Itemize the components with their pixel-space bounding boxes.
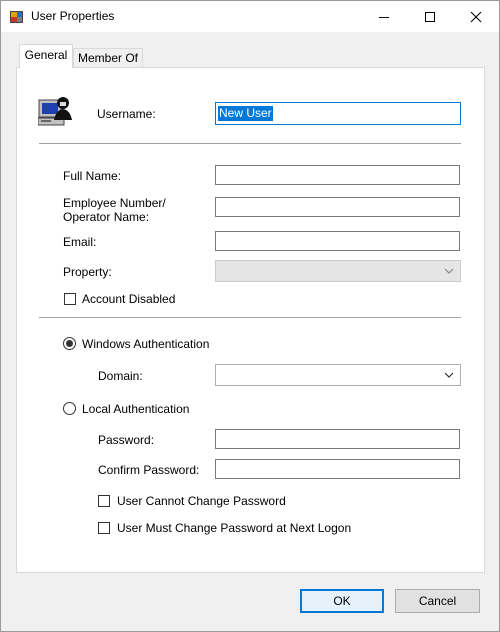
username-field[interactable]: New User	[215, 102, 461, 125]
close-button[interactable]	[453, 1, 499, 32]
username-label: Username:	[97, 107, 156, 121]
domain-dropdown[interactable]	[215, 364, 461, 386]
tab-general[interactable]: General	[19, 44, 73, 68]
username-value: New User	[218, 106, 273, 121]
must-change-password-checkbox[interactable]	[98, 522, 110, 534]
property-label: Property:	[63, 265, 112, 279]
chevron-down-icon	[444, 268, 454, 274]
maximize-icon	[425, 11, 435, 22]
window-title: User Properties	[31, 9, 115, 23]
password-label: Password:	[98, 433, 155, 447]
cancel-button[interactable]: Cancel	[395, 589, 480, 613]
password-field[interactable]	[215, 429, 460, 449]
close-icon	[470, 11, 482, 22]
radio-selected-dot	[66, 340, 73, 347]
user-properties-window: User Properties General Member Of Userna…	[0, 0, 500, 632]
minimize-icon	[379, 16, 389, 18]
local-authentication-label: Local Authentication	[82, 402, 190, 416]
user-computer-icon	[37, 94, 74, 128]
title-bar[interactable]: User Properties	[1, 1, 499, 32]
cannot-change-password-label: User Cannot Change Password	[117, 494, 286, 508]
confirm-password-label: Confirm Password:	[98, 463, 200, 477]
confirm-password-field[interactable]	[215, 459, 460, 479]
account-disabled-label: Account Disabled	[82, 292, 176, 306]
tab-member-of[interactable]: Member Of	[73, 48, 143, 68]
chevron-down-icon	[444, 372, 454, 378]
property-dropdown[interactable]	[215, 260, 461, 282]
app-icon	[10, 10, 24, 24]
must-change-password-label: User Must Change Password at Next Logon	[117, 521, 352, 535]
cannot-change-password-checkbox[interactable]	[98, 495, 110, 507]
full-name-field[interactable]	[215, 165, 460, 185]
email-field[interactable]	[215, 231, 460, 251]
ok-button[interactable]: OK	[300, 589, 384, 613]
maximize-button[interactable]	[407, 1, 453, 32]
employee-number-field[interactable]	[215, 197, 460, 217]
minimize-button[interactable]	[361, 1, 407, 32]
email-label: Email:	[63, 235, 97, 249]
account-disabled-checkbox[interactable]	[64, 293, 76, 305]
full-name-label: Full Name:	[63, 169, 122, 183]
separator	[39, 317, 461, 318]
windows-authentication-radio[interactable]	[63, 337, 76, 350]
domain-label: Domain:	[98, 369, 143, 383]
employee-number-label: Employee Number/ Operator Name:	[63, 196, 166, 224]
separator	[39, 143, 461, 144]
local-authentication-radio[interactable]	[63, 402, 76, 415]
windows-authentication-label: Windows Authentication	[82, 337, 210, 351]
